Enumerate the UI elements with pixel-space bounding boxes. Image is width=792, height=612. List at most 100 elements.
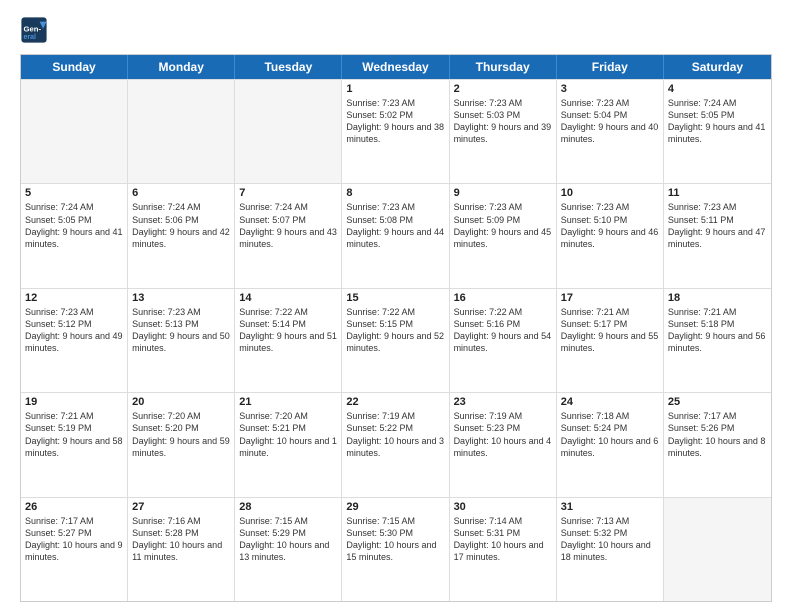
day-number: 8 — [346, 187, 444, 199]
day-header-monday: Monday — [128, 55, 235, 79]
calendar-cell: 4 Sunrise: 7:24 AM Sunset: 5:05 PM Daylig… — [664, 80, 771, 183]
day-info: Sunrise: 7:23 AM Sunset: 5:02 PM Dayligh… — [346, 97, 444, 146]
day-number: 3 — [561, 83, 659, 95]
calendar-cell: 20 Sunrise: 7:20 AM Sunset: 5:20 PM Dayli… — [128, 393, 235, 496]
calendar-cell: 6Sunrise: 7:24 AM Sunset: 5:06 PM Daylig… — [128, 184, 235, 287]
logo-icon: Gen- eral — [20, 16, 48, 44]
day-number: 29 — [346, 501, 444, 513]
calendar-cell: 2 Sunrise: 7:23 AM Sunset: 5:03 PM Daylig… — [450, 80, 557, 183]
day-info: Sunrise: 7:22 AM Sunset: 5:15 PM Dayligh… — [346, 306, 444, 355]
day-info: Sunrise: 7:15 AM Sunset: 5:29 PM Dayligh… — [239, 515, 337, 564]
day-info: Sunrise: 7:13 AM Sunset: 5:32 PM Dayligh… — [561, 515, 659, 564]
calendar-week-3: 12 Sunrise: 7:23 AM Sunset: 5:12 PM Dayli… — [21, 288, 771, 392]
day-info: Sunrise: 7:23 AM Sunset: 5:09 PM Dayligh… — [454, 201, 552, 250]
calendar-cell: 16Sunrise: 7:22 AM Sunset: 5:16 PM Dayli… — [450, 289, 557, 392]
day-info: Sunrise: 7:23 AM Sunset: 5:04 PM Dayligh… — [561, 97, 659, 146]
day-number: 17 — [561, 292, 659, 304]
day-number: 12 — [25, 292, 123, 304]
day-info: Sunrise: 7:18 AM Sunset: 5:24 PM Dayligh… — [561, 410, 659, 459]
day-header-thursday: Thursday — [450, 55, 557, 79]
calendar-cell: 3 Sunrise: 7:23 AM Sunset: 5:04 PM Daylig… — [557, 80, 664, 183]
calendar-header-row: SundayMondayTuesdayWednesdayThursdayFrid… — [21, 55, 771, 79]
day-info: Sunrise: 7:16 AM Sunset: 5:28 PM Dayligh… — [132, 515, 230, 564]
day-number: 23 — [454, 396, 552, 408]
day-info: Sunrise: 7:23 AM Sunset: 5:11 PM Dayligh… — [668, 201, 767, 250]
day-info: Sunrise: 7:24 AM Sunset: 5:05 PM Dayligh… — [668, 97, 767, 146]
calendar-cell — [128, 80, 235, 183]
day-number: 4 — [668, 83, 767, 95]
calendar-cell: 29 Sunrise: 7:15 AM Sunset: 5:30 PM Dayli… — [342, 498, 449, 601]
day-info: Sunrise: 7:19 AM Sunset: 5:23 PM Dayligh… — [454, 410, 552, 459]
calendar-cell: 22 Sunrise: 7:19 AM Sunset: 5:22 PM Dayli… — [342, 393, 449, 496]
day-number: 11 — [668, 187, 767, 199]
calendar-cell: 21 Sunrise: 7:20 AM Sunset: 5:21 PM Dayli… — [235, 393, 342, 496]
calendar-cell: 18 Sunrise: 7:21 AM Sunset: 5:18 PM Dayli… — [664, 289, 771, 392]
day-info: Sunrise: 7:21 AM Sunset: 5:17 PM Dayligh… — [561, 306, 659, 355]
calendar-cell — [664, 498, 771, 601]
calendar-cell: 5Sunrise: 7:24 AM Sunset: 5:05 PM Daylig… — [21, 184, 128, 287]
day-number: 5 — [25, 187, 123, 199]
day-number: 21 — [239, 396, 337, 408]
day-number: 7 — [239, 187, 337, 199]
day-number: 15 — [346, 292, 444, 304]
calendar-cell: 7 Sunrise: 7:24 AM Sunset: 5:07 PM Daylig… — [235, 184, 342, 287]
calendar-cell: 11 Sunrise: 7:23 AM Sunset: 5:11 PM Dayli… — [664, 184, 771, 287]
day-info: Sunrise: 7:20 AM Sunset: 5:20 PM Dayligh… — [132, 410, 230, 459]
calendar-cell: 12 Sunrise: 7:23 AM Sunset: 5:12 PM Dayli… — [21, 289, 128, 392]
day-number: 31 — [561, 501, 659, 513]
day-info: Sunrise: 7:24 AM Sunset: 5:07 PM Dayligh… — [239, 201, 337, 250]
svg-text:eral: eral — [24, 34, 37, 41]
calendar-cell: 27 Sunrise: 7:16 AM Sunset: 5:28 PM Dayli… — [128, 498, 235, 601]
day-number: 27 — [132, 501, 230, 513]
day-info: Sunrise: 7:19 AM Sunset: 5:22 PM Dayligh… — [346, 410, 444, 459]
day-info: Sunrise: 7:21 AM Sunset: 5:19 PM Dayligh… — [25, 410, 123, 459]
calendar-cell — [235, 80, 342, 183]
day-number: 9 — [454, 187, 552, 199]
calendar-cell: 1 Sunrise: 7:23 AM Sunset: 5:02 PM Daylig… — [342, 80, 449, 183]
day-info: Sunrise: 7:23 AM Sunset: 5:12 PM Dayligh… — [25, 306, 123, 355]
calendar-week-2: 5Sunrise: 7:24 AM Sunset: 5:05 PM Daylig… — [21, 183, 771, 287]
day-info: Sunrise: 7:24 AM Sunset: 5:06 PM Dayligh… — [132, 201, 230, 250]
calendar-cell: 28 Sunrise: 7:15 AM Sunset: 5:29 PM Dayli… — [235, 498, 342, 601]
day-number: 28 — [239, 501, 337, 513]
day-header-friday: Friday — [557, 55, 664, 79]
day-number: 16 — [454, 292, 552, 304]
day-header-saturday: Saturday — [664, 55, 771, 79]
day-number: 22 — [346, 396, 444, 408]
day-info: Sunrise: 7:23 AM Sunset: 5:03 PM Dayligh… — [454, 97, 552, 146]
day-number: 20 — [132, 396, 230, 408]
day-info: Sunrise: 7:23 AM Sunset: 5:10 PM Dayligh… — [561, 201, 659, 250]
calendar-cell: 23 Sunrise: 7:19 AM Sunset: 5:23 PM Dayli… — [450, 393, 557, 496]
calendar-week-4: 19 Sunrise: 7:21 AM Sunset: 5:19 PM Dayli… — [21, 392, 771, 496]
day-number: 1 — [346, 83, 444, 95]
day-number: 2 — [454, 83, 552, 95]
day-number: 25 — [668, 396, 767, 408]
calendar-cell: 13 Sunrise: 7:23 AM Sunset: 5:13 PM Dayli… — [128, 289, 235, 392]
calendar-cell: 25 Sunrise: 7:17 AM Sunset: 5:26 PM Dayli… — [664, 393, 771, 496]
day-info: Sunrise: 7:23 AM Sunset: 5:08 PM Dayligh… — [346, 201, 444, 250]
calendar-cell: 10 Sunrise: 7:23 AM Sunset: 5:10 PM Dayli… — [557, 184, 664, 287]
day-info: Sunrise: 7:14 AM Sunset: 5:31 PM Dayligh… — [454, 515, 552, 564]
calendar-cell: 9 Sunrise: 7:23 AM Sunset: 5:09 PM Daylig… — [450, 184, 557, 287]
day-header-tuesday: Tuesday — [235, 55, 342, 79]
day-info: Sunrise: 7:23 AM Sunset: 5:13 PM Dayligh… — [132, 306, 230, 355]
calendar-cell: 31 Sunrise: 7:13 AM Sunset: 5:32 PM Dayli… — [557, 498, 664, 601]
calendar-cell: 24 Sunrise: 7:18 AM Sunset: 5:24 PM Dayli… — [557, 393, 664, 496]
calendar-cell: 8 Sunrise: 7:23 AM Sunset: 5:08 PM Daylig… — [342, 184, 449, 287]
day-info: Sunrise: 7:21 AM Sunset: 5:18 PM Dayligh… — [668, 306, 767, 355]
day-number: 13 — [132, 292, 230, 304]
day-number: 26 — [25, 501, 123, 513]
day-number: 19 — [25, 396, 123, 408]
day-info: Sunrise: 7:20 AM Sunset: 5:21 PM Dayligh… — [239, 410, 337, 459]
day-number: 30 — [454, 501, 552, 513]
day-info: Sunrise: 7:17 AM Sunset: 5:27 PM Dayligh… — [25, 515, 123, 564]
day-number: 24 — [561, 396, 659, 408]
day-info: Sunrise: 7:15 AM Sunset: 5:30 PM Dayligh… — [346, 515, 444, 564]
header: Gen- eral — [20, 16, 772, 44]
calendar-cell: 26 Sunrise: 7:17 AM Sunset: 5:27 PM Dayli… — [21, 498, 128, 601]
day-info: Sunrise: 7:17 AM Sunset: 5:26 PM Dayligh… — [668, 410, 767, 459]
calendar-cell: 14Sunrise: 7:22 AM Sunset: 5:14 PM Dayli… — [235, 289, 342, 392]
page: Gen- eral SundayMondayTuesdayWednesdayTh… — [0, 0, 792, 612]
day-number: 10 — [561, 187, 659, 199]
day-number: 18 — [668, 292, 767, 304]
